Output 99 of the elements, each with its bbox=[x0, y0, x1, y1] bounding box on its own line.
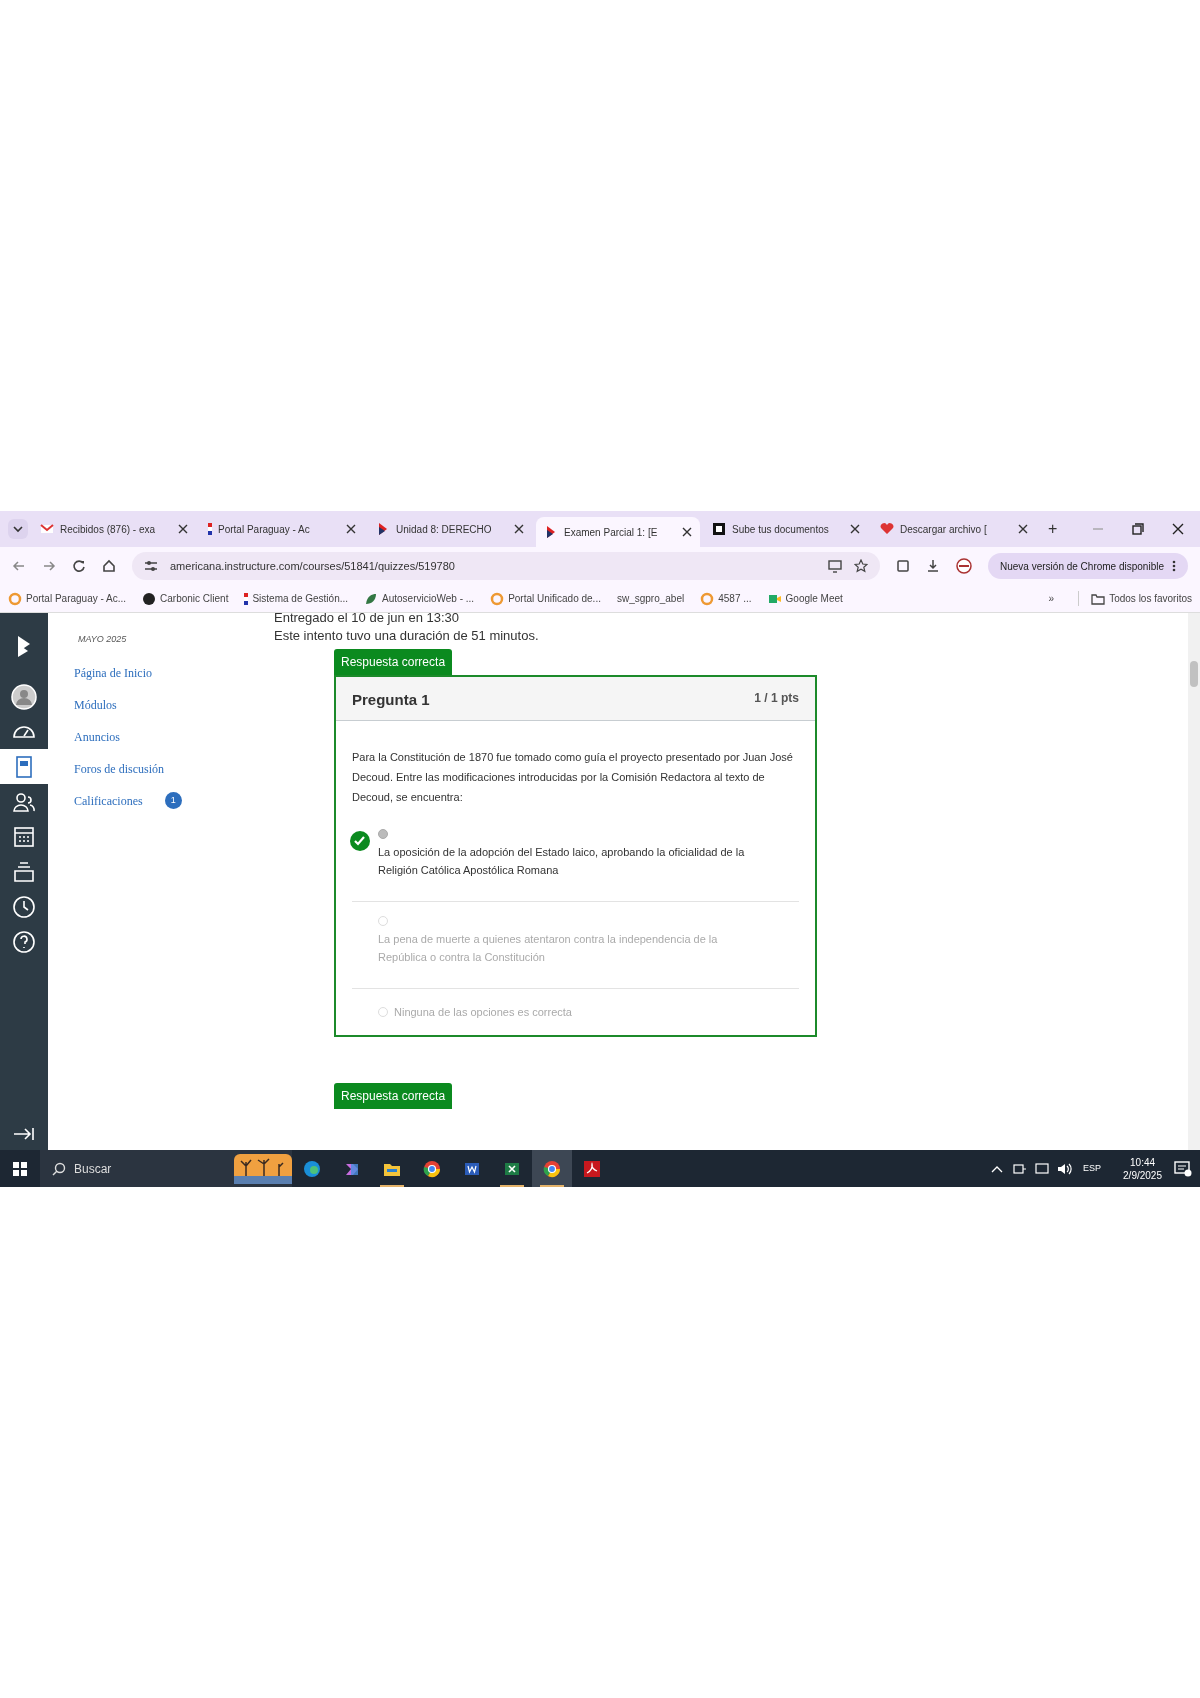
answer-status-tag: Respuesta correcta bbox=[334, 1083, 453, 1109]
answer-text: La oposición de la adopción del Estado laico, aprobando la oficialidad de la Religión Católica Apostólica Romana bbox=[378, 845, 746, 878]
bookmark-link[interactable]: Carbonic Client bbox=[142, 591, 229, 606]
browser-tab[interactable]: Recibidos (876) - exa bbox=[32, 515, 196, 543]
bookmark-link[interactable]: Sistema de Gestión... bbox=[244, 591, 349, 606]
tab-title: Examen Parcial 1: [E bbox=[564, 525, 659, 540]
browser-tab[interactable]: Examen Parcial 1: [E bbox=[536, 517, 700, 547]
bookmark-link[interactable]: Google Meet bbox=[767, 591, 843, 606]
close-icon[interactable] bbox=[346, 524, 356, 534]
document-icon bbox=[712, 522, 726, 536]
clock-time[interactable]: 10:44 bbox=[1130, 1155, 1156, 1169]
close-icon[interactable] bbox=[850, 524, 860, 534]
pdf-icon bbox=[583, 1159, 601, 1178]
clock-date[interactable]: 2/9/2025 bbox=[1123, 1168, 1162, 1182]
close-icon[interactable] bbox=[1018, 524, 1028, 534]
search-icon bbox=[52, 1161, 66, 1176]
course-nav-link[interactable]: Módulos bbox=[74, 695, 117, 714]
download-icon[interactable] bbox=[926, 559, 940, 573]
points-text: 1 / 1 pts bbox=[754, 690, 799, 707]
answer-text: Ninguna de las opciones es correcta bbox=[394, 1005, 573, 1020]
install-icon[interactable] bbox=[828, 559, 842, 573]
heart-icon bbox=[880, 522, 894, 536]
collapse-icon[interactable] bbox=[12, 1126, 36, 1142]
clock-icon bbox=[11, 893, 37, 920]
bookmark-link[interactable]: sw_sgpro_abel bbox=[616, 591, 685, 606]
browser-tab[interactable]: Sube tus documentos bbox=[704, 515, 868, 543]
bookmark-link[interactable]: Portal Unificado de... bbox=[490, 591, 601, 606]
course-nav-link[interactable]: Foros de discusión bbox=[74, 759, 164, 778]
address-bar[interactable]: americana.instructure.com/courses/51841/quizzes/519780 bbox=[132, 552, 880, 580]
course-nav-link[interactable]: Página de Inicio bbox=[74, 663, 152, 682]
ring-icon bbox=[490, 591, 505, 606]
extensions-icon[interactable] bbox=[896, 559, 910, 573]
folder-icon bbox=[1091, 592, 1106, 605]
count-badge: 1 bbox=[164, 792, 182, 809]
home-icon[interactable] bbox=[102, 559, 116, 573]
close-icon[interactable] bbox=[178, 524, 188, 534]
circle-icon bbox=[142, 591, 157, 606]
leaf-icon bbox=[364, 591, 379, 606]
profile-icon[interactable] bbox=[956, 558, 972, 574]
question-title: Pregunta 1 bbox=[352, 690, 430, 710]
gauge-icon bbox=[13, 725, 35, 738]
url-text: americana.instructure.com/courses/51841/quizzes/519780 bbox=[170, 558, 456, 574]
landscape-drawing bbox=[234, 1153, 292, 1184]
scrollbar[interactable] bbox=[1188, 613, 1200, 1150]
speaker-icon[interactable] bbox=[1057, 1161, 1074, 1176]
tab-title: Recibidos (876) - exa bbox=[60, 522, 157, 537]
tab-search-icon[interactable] bbox=[8, 519, 28, 539]
ring-icon bbox=[700, 591, 715, 606]
course-nav-link[interactable]: Anuncios bbox=[74, 727, 120, 746]
browser-tab[interactable]: Portal Paraguay - Ac bbox=[200, 515, 364, 543]
search-placeholder: Buscar bbox=[74, 1160, 113, 1178]
help-icon bbox=[11, 928, 37, 955]
radio-button[interactable] bbox=[378, 829, 388, 839]
chrome-icon bbox=[543, 1159, 561, 1178]
answer-text: La pena de muerte a quienes atentaron contra la independencia de la República o contra la Constitución bbox=[378, 932, 719, 965]
tab-title: Unidad 8: DERECHO bbox=[396, 522, 493, 537]
mail-icon bbox=[40, 522, 54, 536]
tab-title: Descargar archivo [ bbox=[900, 522, 988, 537]
notification-icon[interactable] bbox=[1174, 1160, 1192, 1177]
question-text: Para la Constitución de 1870 fue tomado como guía el proyecto presentado por Juan José Decoud. Entre las modificaciones introducidas por la Comisión Redactora al texto de Decoud, se encuentra: bbox=[352, 750, 794, 805]
browser-tab[interactable]: Unidad 8: DERECHO bbox=[368, 515, 532, 543]
taskbar-app[interactable] bbox=[532, 1150, 572, 1187]
bookmark-link[interactable]: Portal Paraguay - Ac... bbox=[8, 591, 127, 606]
network-icon[interactable] bbox=[1013, 1161, 1028, 1176]
ring-icon bbox=[8, 591, 22, 606]
avatar-icon bbox=[11, 683, 37, 710]
search-field[interactable]: Buscar bbox=[40, 1150, 292, 1187]
flag-icon bbox=[208, 523, 212, 535]
browser-tab[interactable]: Descargar archivo [ bbox=[872, 515, 1036, 543]
close-icon[interactable] bbox=[682, 527, 692, 537]
update-button[interactable]: Nueva versión de Chrome disponible bbox=[988, 553, 1188, 579]
site-settings-icon[interactable] bbox=[144, 560, 158, 572]
browser-icon bbox=[303, 1159, 321, 1178]
close-icon[interactable] bbox=[514, 524, 524, 534]
submitted-text: Entregado el 10 de jun en 13:30 bbox=[274, 609, 461, 627]
star-icon[interactable] bbox=[854, 559, 868, 573]
close-icon[interactable] bbox=[1172, 523, 1184, 535]
display-icon[interactable] bbox=[1035, 1161, 1050, 1176]
answer-status-tag: Respuesta correcta bbox=[334, 649, 453, 675]
bookmark-link[interactable]: AutoservicioWeb - ... bbox=[364, 591, 475, 606]
more-bookmarks-button[interactable]: » bbox=[1040, 591, 1063, 606]
all-bookmarks-link[interactable]: Todos los favoritos bbox=[1078, 591, 1192, 606]
windows-icon[interactable] bbox=[13, 1161, 27, 1176]
tab-title: Sube tus documentos bbox=[732, 522, 830, 537]
course-nav-link[interactable]: Calificaciones bbox=[74, 791, 143, 810]
duration-text: Este intento tuvo una duración de 51 minutos. bbox=[274, 627, 540, 645]
chrome-icon bbox=[423, 1159, 441, 1178]
global-nav-item[interactable] bbox=[0, 749, 48, 784]
more-icon bbox=[1172, 560, 1176, 572]
tab-title: Portal Paraguay - Ac bbox=[218, 522, 311, 537]
forward-icon[interactable] bbox=[42, 559, 56, 573]
bookmark-link[interactable]: 4587 ... bbox=[700, 591, 752, 606]
back-icon[interactable] bbox=[12, 559, 26, 573]
reload-icon[interactable] bbox=[72, 559, 86, 573]
restore-icon[interactable] bbox=[1132, 523, 1144, 535]
term-label: MAYO 2025 bbox=[78, 633, 128, 646]
flag-icon bbox=[244, 592, 249, 605]
language-indicator[interactable]: ESP bbox=[1083, 1161, 1102, 1176]
new-tab-button[interactable]: + bbox=[1040, 517, 1066, 541]
